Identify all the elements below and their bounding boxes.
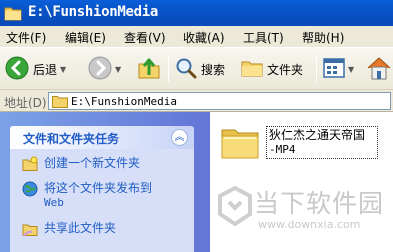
menu-edit[interactable]: 编辑(E) [65, 29, 106, 46]
file-folder-tasks-panel: 文件和文件夹任务 ︽ 创建一个新文件夹 将这个文件夹发布到 Web 共享此文件夹 [10, 126, 194, 252]
folder-icon [52, 95, 68, 111]
watermark-url: www.downxia.com [258, 218, 361, 231]
chevron-down-icon[interactable]: ▼ [348, 65, 354, 74]
task-label: 创建一个新文件夹 [44, 156, 141, 170]
menu-favorites[interactable]: 收藏(A) [183, 29, 225, 46]
window-title: E:\FunshionMedia [28, 4, 159, 20]
up-folder-icon [137, 56, 161, 83]
toolbar-separator [168, 56, 169, 82]
back-label: 后退 [33, 63, 58, 77]
toolbar-separator [316, 56, 317, 82]
address-label: 地址(D) [4, 96, 47, 110]
folder-icon [220, 124, 260, 163]
task-label: 将这个文件夹发布到 Web [44, 181, 153, 209]
search-button[interactable]: 搜索 [175, 57, 225, 82]
search-label: 搜索 [201, 63, 226, 77]
folder-name[interactable]: 狄仁杰之通天帝国 -MP4 [266, 126, 378, 159]
menu-file[interactable]: 文件(F) [6, 29, 46, 46]
title-bar[interactable]: E:\FunshionMedia [0, 0, 393, 26]
task-pane: 文件和文件夹任务 ︽ 创建一个新文件夹 将这个文件夹发布到 Web 共享此文件夹 [0, 112, 210, 252]
collapse-chevron-icon[interactable]: ︽ [171, 129, 188, 146]
views-icon [323, 57, 345, 82]
back-button[interactable]: 后退 ▼ [5, 56, 66, 83]
up-folder-button[interactable] [137, 56, 161, 83]
chevron-down-icon[interactable]: ▼ [115, 65, 121, 74]
toolbar: 后退 ▼ ▼ 搜索 文件夹 ▼ [0, 48, 393, 90]
home-button[interactable] [366, 56, 392, 83]
tasks-title: 文件和文件夹任务 [23, 132, 120, 146]
watermark-text: 当下软件园 [254, 189, 385, 218]
address-input[interactable]: E:\FunshionMedia [48, 92, 391, 110]
address-path: E:\FunshionMedia [71, 95, 177, 108]
publish-web-icon [22, 181, 38, 197]
views-button[interactable]: ▼ [323, 57, 354, 82]
task-label: 共享此文件夹 [44, 221, 117, 235]
home-icon [366, 56, 392, 83]
task-new-folder[interactable]: 创建一个新文件夹 [22, 156, 189, 172]
menu-bar: 文件(F) 编辑(E) 查看(V) 收藏(A) 工具(T) 帮助(H) [0, 26, 393, 48]
forward-button[interactable]: ▼ [88, 56, 121, 83]
folders-button[interactable]: 文件夹 [241, 57, 303, 82]
task-share-folder[interactable]: 共享此文件夹 [22, 221, 189, 237]
file-list: 狄仁杰之通天帝国 -MP4 [210, 112, 393, 252]
forward-arrow-icon [88, 56, 112, 83]
share-folder-icon [22, 221, 38, 237]
tasks-body: 创建一个新文件夹 将这个文件夹发布到 Web 共享此文件夹 [10, 149, 194, 252]
menu-tools[interactable]: 工具(T) [243, 29, 284, 46]
folders-label: 文件夹 [267, 63, 304, 77]
tasks-header[interactable]: 文件和文件夹任务 ︽ [10, 126, 194, 149]
search-icon [175, 57, 197, 82]
address-bar: 地址(D) E:\FunshionMedia [0, 90, 393, 112]
back-arrow-icon [5, 56, 29, 83]
chevron-down-icon[interactable]: ▼ [60, 65, 66, 74]
folders-icon [241, 57, 263, 82]
folder-icon [4, 5, 22, 24]
menu-help[interactable]: 帮助(H) [302, 29, 344, 46]
watermark-logo-icon [218, 185, 252, 229]
menu-view[interactable]: 查看(V) [124, 29, 166, 46]
new-folder-icon [22, 156, 38, 172]
task-publish-web[interactable]: 将这个文件夹发布到 Web [22, 181, 189, 210]
